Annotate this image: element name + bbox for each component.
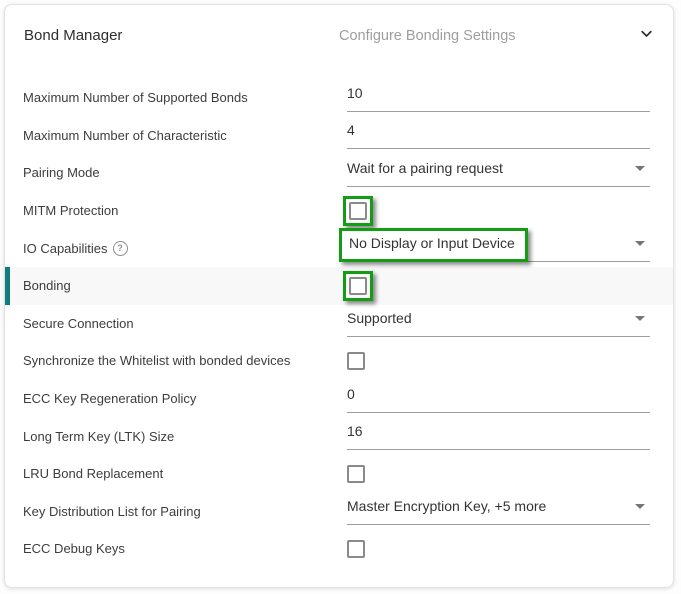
- setting-label: Long Term Key (LTK) Size: [23, 429, 174, 444]
- dropdown-value: Supported: [347, 309, 412, 326]
- setting-label-wrap: MITM Protection: [23, 203, 347, 218]
- setting-value-column: No Display or Input Device: [347, 234, 650, 262]
- checkbox[interactable]: [347, 465, 365, 483]
- dropdown-field[interactable]: No Display or Input Device: [347, 234, 650, 262]
- setting-value-column: 4: [347, 121, 650, 149]
- setting-label-wrap: LRU Bond Replacement: [23, 466, 347, 481]
- dropdown-field[interactable]: Supported: [347, 309, 650, 337]
- setting-label: ECC Key Regeneration Policy: [23, 391, 196, 406]
- dropdown-value: Wait for a pairing request: [347, 159, 503, 176]
- setting-label: IO Capabilities: [23, 241, 108, 256]
- highlight-box: [343, 271, 373, 301]
- dropdown-caret-icon[interactable]: [635, 316, 645, 321]
- input-value: 10: [347, 84, 363, 101]
- setting-label-wrap: Synchronize the Whitelist with bonded de…: [23, 353, 347, 368]
- setting-label: MITM Protection: [23, 203, 118, 218]
- setting-label: Pairing Mode: [23, 165, 100, 180]
- dropdown-field[interactable]: Wait for a pairing request: [347, 159, 650, 187]
- input-value: 4: [347, 121, 355, 138]
- header-subtitle: Configure Bonding Settings: [339, 28, 516, 44]
- setting-value-column: [347, 540, 650, 558]
- setting-label-wrap: Key Distribution List for Pairing: [23, 504, 347, 519]
- setting-row: Key Distribution List for Pairing Master …: [5, 493, 673, 531]
- dropdown-caret-icon[interactable]: [635, 504, 645, 509]
- settings-list: Maximum Number of Supported Bonds10Maxim…: [5, 55, 673, 568]
- input-value: 0: [347, 385, 355, 402]
- setting-row: Synchronize the Whitelist with bonded de…: [5, 342, 673, 380]
- page-title: Bond Manager: [24, 27, 122, 44]
- setting-row: LRU Bond Replacement: [5, 455, 673, 493]
- setting-row: IO Capabilities?No Display or Input Devi…: [5, 229, 673, 267]
- dropdown-field[interactable]: Master Encryption Key, +5 more: [347, 497, 650, 525]
- checkbox[interactable]: [349, 202, 367, 220]
- setting-label-wrap: Bonding: [23, 278, 347, 293]
- highlight-box: [343, 196, 373, 226]
- setting-row: Bonding: [5, 267, 673, 305]
- setting-label-wrap: ECC Debug Keys: [23, 541, 347, 556]
- setting-value-column: 16: [347, 422, 650, 450]
- setting-label: ECC Debug Keys: [23, 541, 125, 556]
- setting-row: Secure Connection Supported: [5, 305, 673, 343]
- setting-value-column: [347, 271, 650, 301]
- setting-label-wrap: Pairing Mode: [23, 165, 347, 180]
- text-input-field[interactable]: 4: [347, 121, 650, 149]
- setting-value-column: Master Encryption Key, +5 more: [347, 497, 650, 525]
- setting-row: Maximum Number of Supported Bonds 10: [5, 79, 673, 117]
- checkbox[interactable]: [347, 540, 365, 558]
- setting-value-column: 10: [347, 84, 650, 112]
- highlight-box: No Display or Input Device: [339, 228, 528, 262]
- help-icon[interactable]: ?: [113, 241, 128, 256]
- setting-label-wrap: ECC Key Regeneration Policy: [23, 391, 347, 406]
- setting-row: MITM Protection: [5, 192, 673, 230]
- setting-value-column: [347, 352, 650, 370]
- setting-value-column: Wait for a pairing request: [347, 159, 650, 187]
- setting-row: Maximum Number of Characteristic 4: [5, 117, 673, 155]
- setting-row: Long Term Key (LTK) Size 16: [5, 417, 673, 455]
- dropdown-caret-icon[interactable]: [635, 241, 645, 246]
- setting-value-column: Supported: [347, 309, 650, 337]
- setting-label-wrap: Maximum Number of Characteristic: [23, 128, 347, 143]
- text-input-field[interactable]: 0: [347, 385, 650, 413]
- setting-label-wrap: Long Term Key (LTK) Size: [23, 429, 347, 444]
- setting-value-column: [347, 196, 650, 226]
- setting-label-wrap: Maximum Number of Supported Bonds: [23, 90, 347, 105]
- setting-row: ECC Key Regeneration Policy 0: [5, 380, 673, 418]
- bond-manager-panel: Bond Manager Configure Bonding Settings …: [0, 0, 681, 594]
- setting-label: Key Distribution List for Pairing: [23, 504, 201, 519]
- text-input-field[interactable]: 16: [347, 422, 650, 450]
- setting-value-column: [347, 465, 650, 483]
- card-header: Bond Manager Configure Bonding Settings: [5, 5, 673, 55]
- setting-label: Synchronize the Whitelist with bonded de…: [23, 353, 290, 368]
- setting-label-wrap: IO Capabilities?: [23, 241, 347, 256]
- setting-label: Secure Connection: [23, 316, 134, 331]
- setting-label: Maximum Number of Characteristic: [23, 128, 227, 143]
- checkbox[interactable]: [349, 277, 367, 295]
- input-value: 16: [347, 422, 363, 439]
- setting-row: ECC Debug Keys: [5, 530, 673, 568]
- setting-label-wrap: Secure Connection: [23, 316, 347, 331]
- setting-value-column: 0: [347, 385, 650, 413]
- setting-label: Bonding: [23, 278, 71, 293]
- setting-row: Pairing Mode Wait for a pairing request: [5, 154, 673, 192]
- dropdown-caret-icon[interactable]: [635, 166, 645, 171]
- checkbox[interactable]: [347, 352, 365, 370]
- dropdown-value: No Display or Input Device: [349, 234, 515, 251]
- setting-label: Maximum Number of Supported Bonds: [23, 90, 248, 105]
- setting-label: LRU Bond Replacement: [23, 466, 163, 481]
- bond-manager-card: Bond Manager Configure Bonding Settings …: [4, 4, 674, 588]
- dropdown-value: Master Encryption Key, +5 more: [347, 497, 546, 514]
- text-input-field[interactable]: 10: [347, 84, 650, 112]
- chevron-down-icon[interactable]: [636, 23, 656, 43]
